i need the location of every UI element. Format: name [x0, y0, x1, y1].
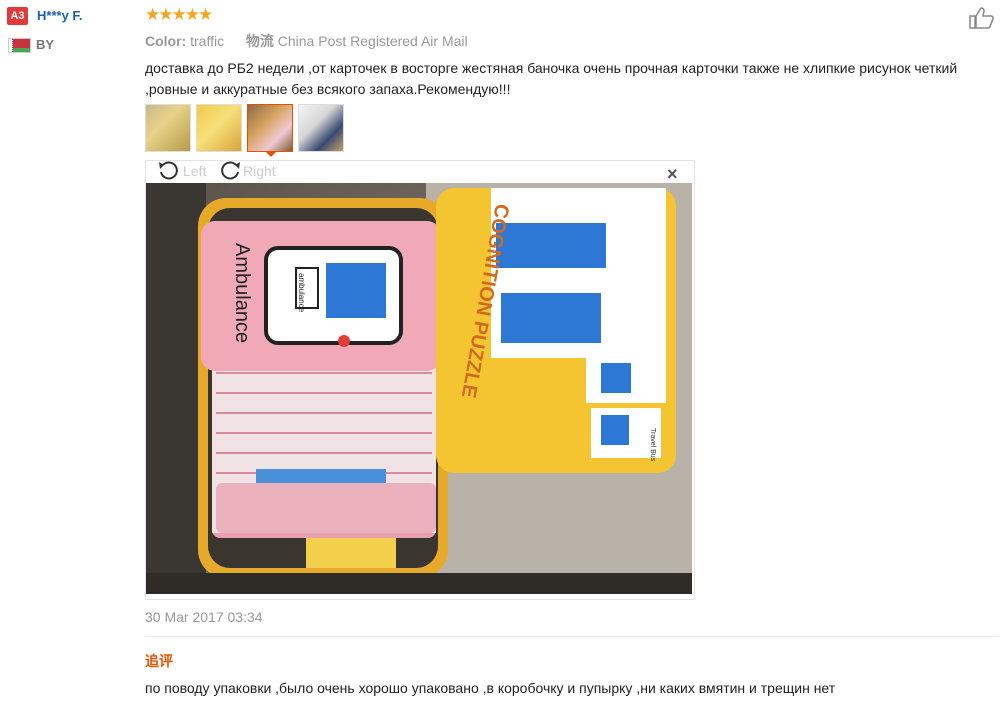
photo-thumbnail[interactable]	[298, 104, 344, 152]
rotate-left-button[interactable]: Left	[183, 163, 206, 179]
user-level-badge: A3	[7, 7, 28, 25]
divider	[145, 636, 999, 637]
photo-box-card-label: Travel Bus	[649, 428, 656, 462]
photo-card-title: Ambulance	[231, 243, 253, 343]
rotate-left-icon[interactable]	[157, 160, 181, 182]
photo-card-sign: ambulance	[297, 273, 306, 313]
photo-thumbnail[interactable]	[196, 104, 242, 152]
reviewer-name: H***y F.	[37, 8, 83, 23]
color-value: traffic	[190, 33, 225, 49]
sku-info: Color: traffic 物流 China Post Registered …	[145, 31, 468, 51]
rotate-right-icon[interactable]	[218, 160, 242, 182]
shipping-value: China Post Registered Air Mail	[277, 33, 468, 49]
country-flag-icon	[8, 38, 31, 53]
thumbs-up-icon[interactable]	[968, 6, 996, 30]
rotate-right-button[interactable]: Right	[243, 163, 276, 179]
photo-thumbnail[interactable]	[145, 104, 191, 152]
star-rating: ★★★★★	[145, 5, 214, 25]
followup-text: по поводу упаковки ,было очень хорошо уп…	[145, 680, 836, 696]
reviewer-country: BY	[36, 37, 55, 52]
review-text: доставка до РБ2 недели ,от карточек в во…	[145, 60, 958, 97]
close-viewer-button[interactable]: ×	[667, 164, 678, 185]
review-photo: Ambulance ambulance COGNITION PUZZLE Tra…	[146, 183, 692, 594]
followup-label: 追评	[145, 653, 173, 669]
star-icon: ★	[198, 5, 214, 24]
photo-thumbnail-selected[interactable]	[247, 104, 293, 152]
shipping-key: 物流	[245, 33, 274, 49]
selected-thumbnail-indicator	[265, 151, 277, 157]
color-key: Color:	[145, 33, 187, 49]
review-timestamp: 30 Mar 2017 03:34	[145, 609, 263, 625]
